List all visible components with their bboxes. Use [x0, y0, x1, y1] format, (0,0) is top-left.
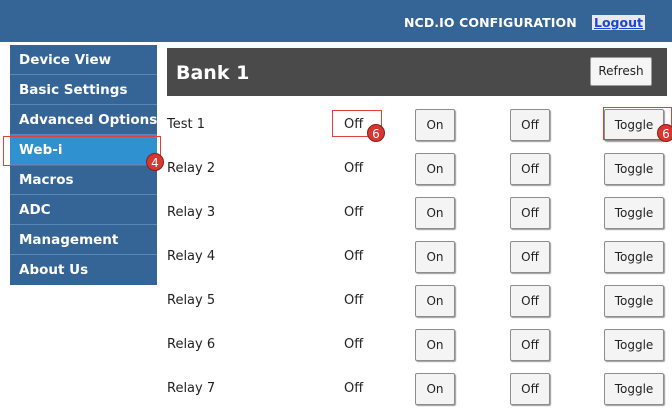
- app-title: NCD.IO CONFIGURATION: [404, 15, 577, 30]
- logout-link[interactable]: Logout: [592, 15, 645, 30]
- sidebar-item-about-us[interactable]: About Us: [10, 255, 157, 285]
- web-i-number-marker: 4: [146, 153, 164, 171]
- relay-name: Relay 4: [167, 249, 216, 264]
- relay-state: Off: [344, 293, 364, 308]
- relay-off-button[interactable]: Off: [510, 285, 550, 317]
- web-i-highlight-box: [3, 136, 161, 166]
- relay-off-button[interactable]: Off: [510, 109, 550, 141]
- relay-toggle-button[interactable]: Toggle: [604, 153, 664, 185]
- relay-state: Off: [344, 161, 364, 176]
- relay-name: Relay 3: [167, 205, 216, 220]
- relay-row: Test 1 Off On Off Toggle: [167, 104, 667, 148]
- relay-on-button[interactable]: On: [415, 197, 455, 229]
- sidebar-item-macros[interactable]: Macros: [10, 165, 157, 195]
- relay-off-button[interactable]: Off: [510, 329, 550, 361]
- relay-row: Relay 2 Off On Off Toggle: [167, 148, 667, 192]
- relay-row: Relay 4 Off On Off Toggle: [167, 236, 667, 280]
- relay-row: Relay 3 Off On Off Toggle: [167, 192, 667, 236]
- relay-name: Test 1: [167, 117, 206, 132]
- relay-on-button[interactable]: On: [415, 241, 455, 273]
- relay-state: Off: [344, 205, 364, 220]
- bank-title: Bank 1: [176, 62, 250, 84]
- relay-toggle-button[interactable]: Toggle: [604, 329, 664, 361]
- relay-on-button[interactable]: On: [415, 153, 455, 185]
- relay-off-button[interactable]: Off: [510, 197, 550, 229]
- toggle-number-marker: 6: [657, 124, 672, 142]
- relay-off-button[interactable]: Off: [510, 373, 550, 405]
- relay-name: Relay 5: [167, 293, 216, 308]
- relay-on-button[interactable]: On: [415, 373, 455, 405]
- relay-state: Off: [344, 337, 364, 352]
- sidebar-item-adc[interactable]: ADC: [10, 195, 157, 225]
- relay-row: Relay 7 Off On Off Toggle: [167, 368, 667, 412]
- relay-state: Off: [344, 381, 364, 396]
- relay-on-button[interactable]: On: [415, 109, 455, 141]
- sidebar-item-basic-settings[interactable]: Basic Settings: [10, 75, 157, 105]
- sidebar-item-advanced-options[interactable]: Advanced Options: [10, 105, 157, 135]
- relay-name: Relay 7: [167, 381, 216, 396]
- sidebar-item-device-view[interactable]: Device View: [10, 45, 157, 75]
- bank-header: Bank 1 Refresh: [167, 48, 667, 96]
- relay-state-number-marker: 6: [367, 124, 385, 142]
- relay-toggle-button[interactable]: Toggle: [604, 373, 664, 405]
- relay-state: Off: [344, 249, 364, 264]
- relay-on-button[interactable]: On: [415, 285, 455, 317]
- top-header-bar: NCD.IO CONFIGURATION Logout: [0, 0, 672, 42]
- relay-on-button[interactable]: On: [415, 329, 455, 361]
- relay-off-button[interactable]: Off: [510, 241, 550, 273]
- relay-toggle-button[interactable]: Toggle: [604, 197, 664, 229]
- refresh-button[interactable]: Refresh: [590, 57, 652, 86]
- relay-name: Relay 6: [167, 337, 216, 352]
- relay-toggle-button[interactable]: Toggle: [604, 285, 664, 317]
- relay-name: Relay 2: [167, 161, 216, 176]
- relay-row: Relay 5 Off On Off Toggle: [167, 280, 667, 324]
- relay-toggle-button[interactable]: Toggle: [604, 241, 664, 273]
- relay-row: Relay 6 Off On Off Toggle: [167, 324, 667, 368]
- sidebar-item-management[interactable]: Management: [10, 225, 157, 255]
- relay-off-button[interactable]: Off: [510, 153, 550, 185]
